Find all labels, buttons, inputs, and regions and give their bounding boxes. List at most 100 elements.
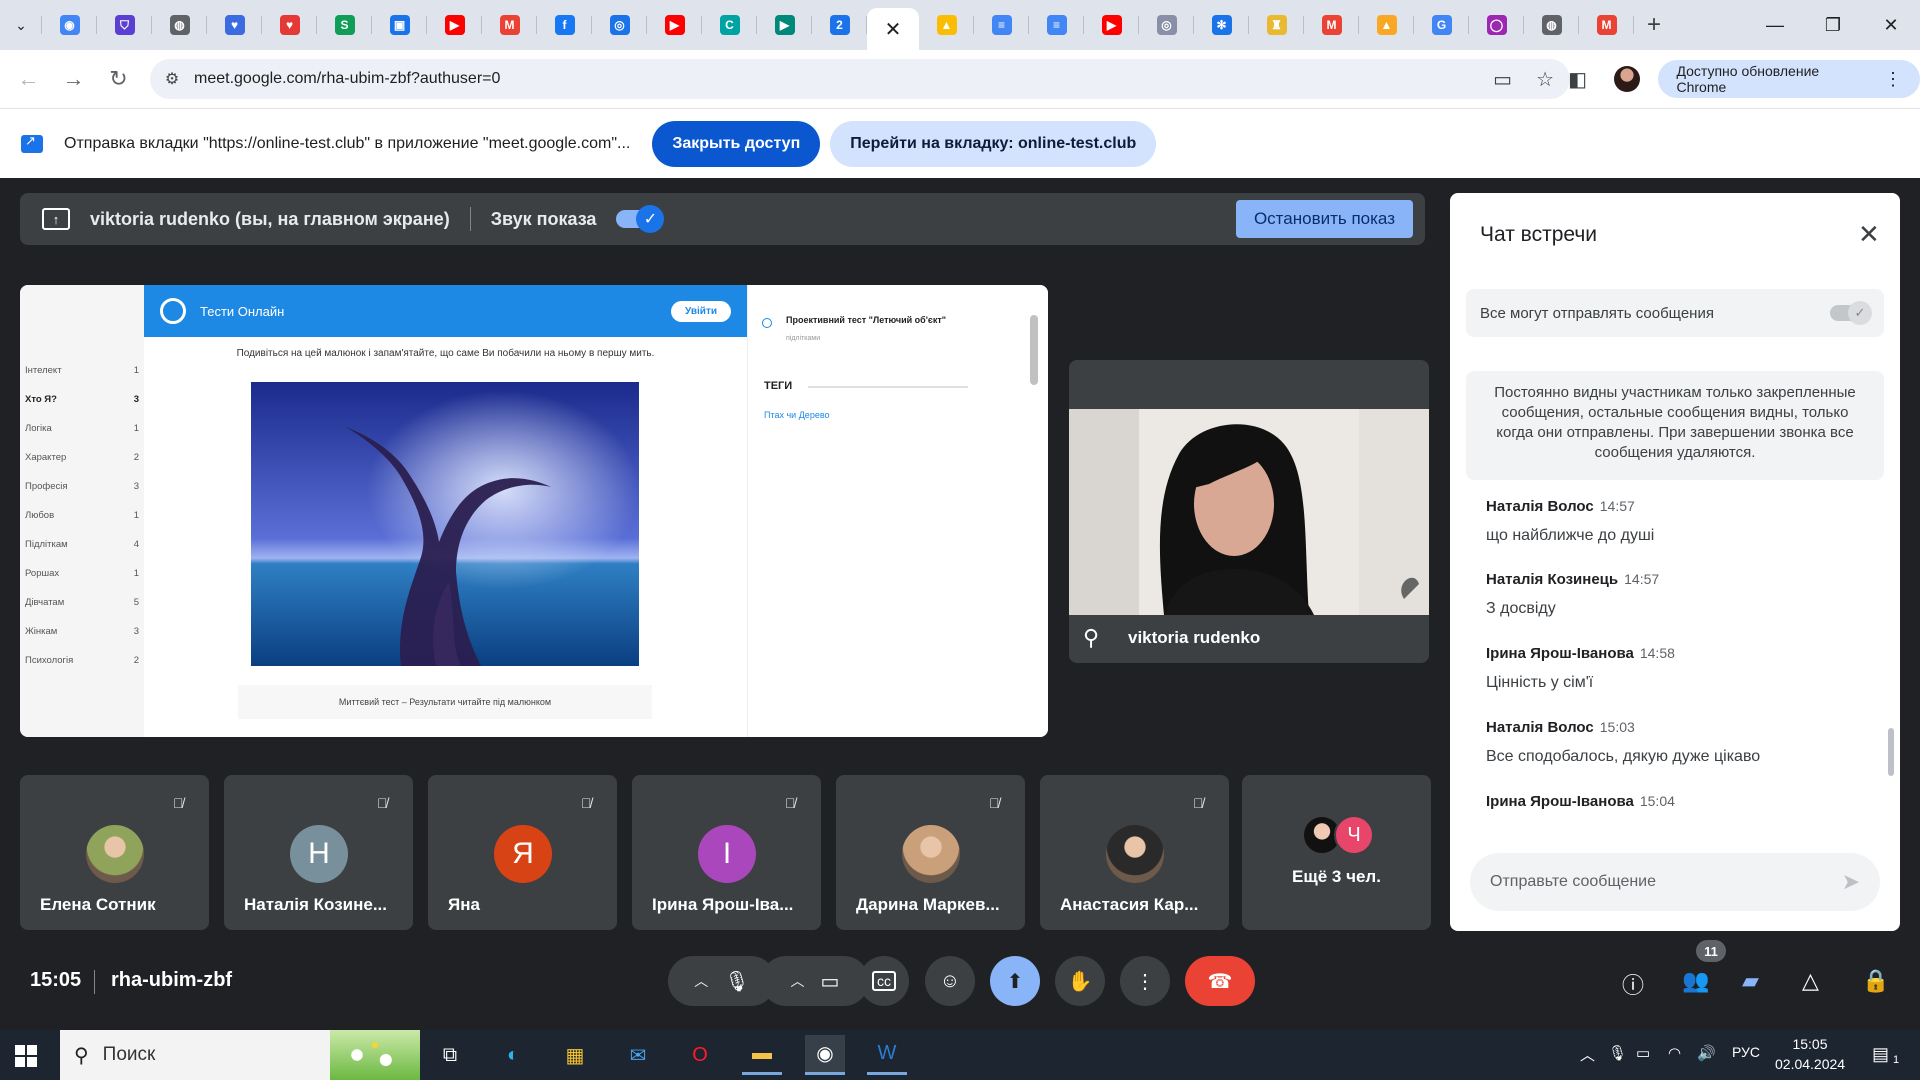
tab-heart-red[interactable]: ♥ — [262, 0, 317, 50]
tab-calendar[interactable]: 2 — [812, 0, 867, 50]
more-options-button[interactable]: ⋮ — [1120, 956, 1170, 1006]
tab-target[interactable]: ◎ — [592, 0, 647, 50]
participant-tile[interactable]: 🎙̸ Елена Сотник — [20, 775, 209, 930]
chat-message-input[interactable] — [1490, 873, 1830, 891]
taskbar-clock[interactable]: 15:05 02.04.2024 — [1775, 1034, 1845, 1074]
pin-icon[interactable]: ⚲ — [1083, 625, 1099, 651]
tab-bell[interactable]: ▲ — [1359, 0, 1414, 50]
activities-icon[interactable]: △ — [1802, 968, 1819, 994]
back-icon[interactable]: ← — [6, 59, 51, 99]
chat-icon[interactable]: ▰ — [1742, 968, 1759, 994]
chevron-up-icon[interactable]: ︿ — [1580, 1044, 1595, 1065]
tab-meet[interactable]: ▶ — [757, 0, 812, 50]
camera-button[interactable]: ︿ ▭ — [761, 956, 869, 1006]
tab-globe[interactable]: ◍ — [1524, 0, 1579, 50]
edge-icon[interactable]: ◐ — [493, 1035, 533, 1075]
tab-gmail[interactable]: M — [1304, 0, 1359, 50]
tab-shield-extension[interactable]: ⛉ — [97, 0, 152, 50]
tab-gmail[interactable]: M — [482, 0, 537, 50]
presenter-tile[interactable]: ⚲ viktoria rudenko — [1069, 360, 1429, 663]
url-text[interactable]: meet.google.com/rha-ubim-zbf?authuser=0 — [194, 70, 500, 88]
tab-classroom[interactable]: ▣ — [372, 0, 427, 50]
microphone-icon[interactable]: 🎙 — [1608, 1044, 1627, 1062]
camera-in-use-icon[interactable]: ▭ — [1493, 67, 1512, 92]
goto-shared-tab-button[interactable]: Перейти на вкладку: online-test.club — [830, 120, 1157, 167]
participant-tile[interactable]: 🎙̸ Дарина Маркев... — [836, 775, 1025, 930]
chevron-up-icon[interactable]: ︿ — [694, 971, 708, 991]
word-icon[interactable]: W — [867, 1035, 907, 1075]
tab-google[interactable]: G — [1414, 0, 1469, 50]
chevron-up-icon[interactable]: ︿ — [791, 971, 805, 991]
tab-gmail[interactable]: M — [1579, 0, 1634, 50]
task-view-icon[interactable]: ⧉ — [430, 1035, 470, 1075]
chrome-icon[interactable]: ◉ — [805, 1035, 845, 1075]
notifications-icon[interactable]: ▤ — [1872, 1044, 1889, 1065]
participant-tile[interactable]: 🎙̸ Н Наталія Козине... — [224, 775, 413, 930]
side-panel-icon[interactable]: ◧ — [1560, 59, 1595, 99]
chat-scrollbar[interactable] — [1888, 728, 1894, 776]
tab-globe[interactable]: ◍ — [152, 0, 207, 50]
tab-youtube[interactable]: ▶ — [427, 0, 482, 50]
omnibox[interactable]: ⚙ meet.google.com/rha-ubim-zbf?authuser=… — [150, 59, 1570, 99]
bookmark-star-icon[interactable]: ☆ — [1536, 67, 1554, 92]
wifi-icon[interactable]: ◠ — [1668, 1044, 1681, 1062]
hand-icon: ✋ — [1067, 970, 1093, 993]
restore-icon[interactable]: ❐ — [1804, 0, 1862, 50]
site-info-icon[interactable]: ⚙ — [150, 69, 194, 89]
input-language[interactable]: РУС — [1732, 1044, 1760, 1060]
microphone-button[interactable]: ︿ 🎙 — [668, 956, 776, 1006]
minimize-icon[interactable]: — — [1746, 0, 1804, 50]
leave-call-button[interactable]: ☎ — [1185, 956, 1255, 1006]
new-tab-button[interactable]: + — [1634, 0, 1674, 50]
present-button[interactable]: ⬆ — [990, 956, 1040, 1006]
close-icon[interactable]: ✕ — [885, 17, 902, 42]
tab-chat-bubble[interactable]: ◯ — [1469, 0, 1524, 50]
tab-drive[interactable]: ▲ — [919, 0, 974, 50]
participant-tile[interactable]: 🎙̸ І Ірина Ярош-Іва... — [632, 775, 821, 930]
send-icon[interactable]: ➤ — [1842, 869, 1860, 895]
volume-icon[interactable]: 🔊 — [1697, 1044, 1716, 1062]
stop-sharing-button[interactable]: Закрыть доступ — [652, 120, 821, 167]
tab-docs[interactable]: ≡ — [974, 0, 1029, 50]
windows-start-icon[interactable] — [15, 1045, 37, 1067]
tab-snowflake[interactable]: ✻ — [1194, 0, 1249, 50]
tab-badge[interactable]: ♜ — [1249, 0, 1304, 50]
meeting-details-icon[interactable]: ⓘ — [1622, 968, 1644, 1000]
forward-icon[interactable]: → — [51, 59, 96, 99]
raise-hand-button[interactable]: ✋ — [1055, 956, 1105, 1006]
file-explorer-icon[interactable]: ▬ — [742, 1035, 782, 1075]
people-icon[interactable]: 👥 — [1682, 968, 1709, 994]
tab-heart[interactable]: ♥ — [207, 0, 262, 50]
tab-facebook[interactable]: f — [537, 0, 592, 50]
participant-tile[interactable]: 🎙̸ Я Яна — [428, 775, 617, 930]
captions-button[interactable]: cc — [859, 956, 909, 1006]
tab-youtube[interactable]: ▶ — [1084, 0, 1139, 50]
close-icon[interactable]: ✕ — [1858, 219, 1880, 250]
tab-docs[interactable]: ≡ — [1029, 0, 1084, 50]
tab-search-button[interactable]: ⌄ — [0, 0, 42, 50]
chrome-update-button[interactable]: Доступно обновление Chrome ⋮ — [1658, 60, 1920, 98]
battery-icon[interactable]: ▭ — [1636, 1044, 1650, 1062]
reactions-button[interactable]: ☺ — [925, 956, 975, 1006]
window-close-icon[interactable]: ✕ — [1862, 0, 1920, 50]
tab-chrome[interactable]: ◉ — [42, 0, 97, 50]
stop-presenting-button[interactable]: Остановить показ — [1235, 200, 1413, 238]
reload-icon[interactable]: ↻ — [96, 59, 141, 99]
host-controls-icon[interactable]: 🔒 — [1862, 968, 1889, 994]
chat-sender: Наталія Волос — [1486, 498, 1594, 515]
profile-button[interactable] — [1609, 59, 1644, 99]
more-participants-tile[interactable]: Ч Ещё 3 чел. — [1242, 775, 1431, 930]
taskbar-search[interactable]: ⚲ Поиск — [60, 1030, 420, 1080]
opera-icon[interactable]: O — [680, 1035, 720, 1075]
snowflake-icon: ✻ — [1211, 15, 1232, 35]
tab-sheets[interactable]: S — [317, 0, 372, 50]
tab-youtube[interactable]: ▶ — [647, 0, 702, 50]
participant-tile[interactable]: 🎙̸ Анастасия Кар... — [1040, 775, 1229, 930]
chat-permission-toggle[interactable]: ✓ — [1830, 301, 1872, 325]
store-icon[interactable]: ▦ — [555, 1035, 595, 1075]
tab-active-meet[interactable]: ✕ — [867, 8, 919, 50]
mail-icon[interactable]: ✉ — [618, 1035, 658, 1075]
tab-c-app[interactable]: C — [702, 0, 757, 50]
share-audio-toggle[interactable]: ✓ — [616, 205, 665, 233]
tab-globe[interactable]: ◎ — [1139, 0, 1194, 50]
